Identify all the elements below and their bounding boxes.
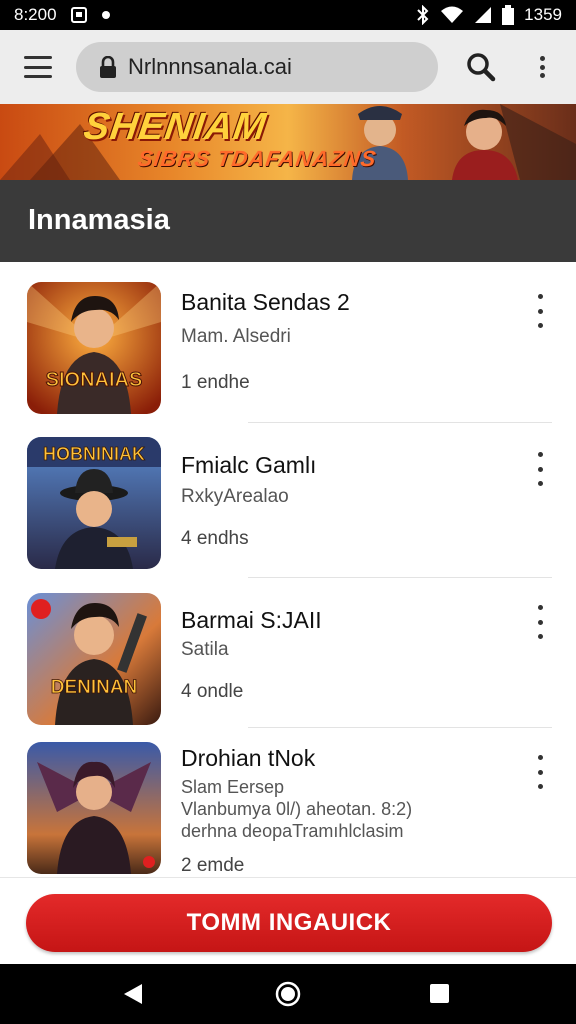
- status-battery-text: 1359: [524, 5, 562, 24]
- item-count: 4 ondle: [181, 681, 244, 702]
- hamburger-icon[interactable]: [22, 52, 54, 82]
- item-description: Vlanbumya 0l/) aheotan. 8:2): [181, 799, 413, 819]
- item-count: 4 endhs: [181, 528, 249, 549]
- browser-toolbar: Nrlnnnsanala.cai: [0, 30, 576, 104]
- list-item[interactable]: Drohian tNok Slam Eersep Vlanbumya 0l/) …: [0, 727, 576, 877]
- game-thumbnail[interactable]: DENINAN: [27, 593, 161, 725]
- item-title: Fmialc Gamlı: [181, 452, 317, 478]
- bluetooth-icon: [416, 5, 430, 25]
- lock-icon: [98, 55, 118, 78]
- game-thumbnail[interactable]: HOBNINIAK: [27, 437, 161, 569]
- home-circle-icon[interactable]: [275, 981, 301, 1007]
- svg-text:DENINAN: DENINAN: [51, 677, 138, 698]
- item-subtitle: RxkyArealao: [181, 486, 289, 507]
- more-vert-icon[interactable]: [532, 52, 552, 82]
- item-title: Banita Sendas 2: [181, 289, 350, 315]
- item-subtitle: Mam. Alsedri: [181, 326, 291, 347]
- item-more-vert-icon[interactable]: [530, 605, 550, 639]
- item-title: Barmai S:JAII: [181, 607, 322, 633]
- game-thumbnail[interactable]: [27, 742, 161, 874]
- banner-subtitle: SIBRS TDAFANAZNS: [136, 146, 379, 171]
- system-nav-bar: [0, 964, 576, 1024]
- item-more-vert-icon[interactable]: [530, 452, 550, 486]
- item-more-vert-icon[interactable]: [530, 755, 550, 789]
- list-item[interactable]: SIONAIAS Banita Sendas 2 Mam. Alsedri 1 …: [0, 262, 576, 422]
- status-time: 8:200: [14, 5, 57, 24]
- back-triangle-icon[interactable]: [122, 982, 144, 1006]
- wifi-icon: [440, 6, 464, 24]
- status-bar: 8:200 1359: [0, 0, 576, 30]
- notification-icon: [70, 7, 87, 23]
- list-item[interactable]: HOBNINIAK Fmialc Gamlı RxkyArealao 4 end…: [0, 422, 576, 577]
- primary-action-button[interactable]: TOMM INGAUICK: [26, 894, 552, 952]
- search-icon[interactable]: [466, 52, 496, 82]
- game-list: SIONAIAS Banita Sendas 2 Mam. Alsedri 1 …: [0, 262, 576, 877]
- section-header: Innamasia: [0, 180, 576, 262]
- battery-icon: [502, 5, 515, 25]
- url-text: Nrlnnnsanala.cai: [128, 54, 292, 79]
- item-count: 1 endhe: [181, 372, 250, 393]
- svg-text:SIONAIAS: SIONAIAS: [46, 369, 143, 391]
- item-subtitle: Satila: [181, 639, 229, 660]
- game-thumbnail[interactable]: SIONAIAS: [27, 282, 161, 414]
- item-more-vert-icon[interactable]: [530, 294, 550, 328]
- bottom-action-area: TOMM INGAUICK: [0, 877, 576, 964]
- item-description-2: derhna deopaTramıhlclasim: [181, 821, 404, 841]
- section-title: Innamasia: [28, 204, 170, 236]
- promo-banner[interactable]: SHENIAM SIBRS TDAFANAZNS: [0, 104, 576, 180]
- banner-title: SHENIAM: [81, 106, 270, 148]
- dot-icon: [101, 10, 111, 20]
- url-bar[interactable]: Nrlnnnsanala.cai: [76, 42, 438, 92]
- svg-text:HOBNINIAK: HOBNINIAK: [43, 444, 145, 464]
- recents-square-icon[interactable]: [430, 984, 449, 1003]
- item-subtitle: Slam Eersep: [181, 777, 285, 797]
- item-title: Drohian tNok: [181, 745, 316, 771]
- item-count: 2 emde: [181, 855, 245, 876]
- list-item[interactable]: DENINAN Barmai S:JAII Satila 4 ondle: [0, 577, 576, 727]
- signal-icon: [474, 6, 492, 24]
